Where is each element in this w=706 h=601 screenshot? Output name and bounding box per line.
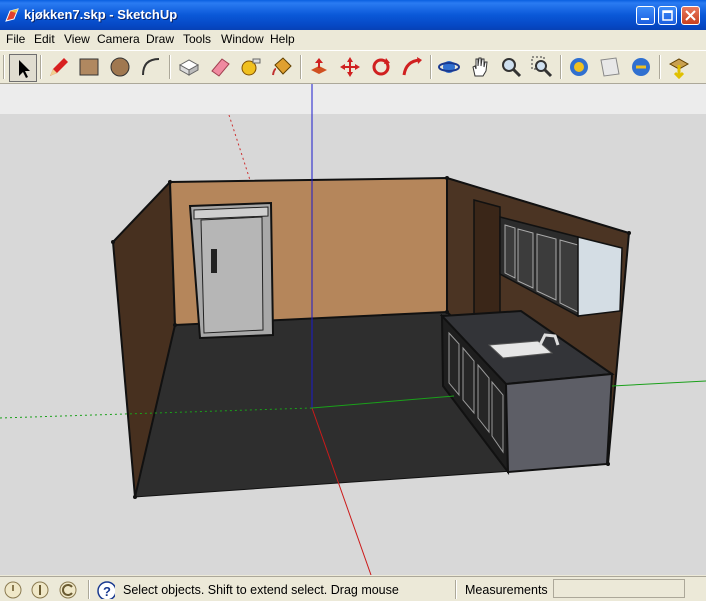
push-pull-icon (311, 58, 327, 74)
make-component-button[interactable] (175, 53, 203, 81)
cabinet-door (504, 224, 516, 279)
previous-view-button[interactable] (596, 53, 624, 81)
measurements-label: Measurements (465, 583, 548, 597)
toolbar-separator (560, 55, 562, 79)
select-icon (19, 60, 30, 78)
svg-text:?: ? (103, 584, 111, 599)
cabinet-door (559, 239, 579, 313)
geo-location-icon[interactable] (4, 581, 22, 599)
follow-me-icon (402, 57, 422, 76)
window-title: kjøkken7.skp - SketchUp (24, 7, 178, 22)
tall-cabinet (473, 199, 501, 332)
cabinet-door (517, 228, 534, 289)
toolbar-separator (430, 55, 432, 79)
minimize-icon (641, 18, 649, 20)
extractor-hood (577, 236, 623, 317)
menu-window[interactable]: Window (221, 32, 264, 46)
close-button[interactable] (681, 6, 700, 25)
eraser-icon (211, 58, 230, 77)
close-icon (685, 10, 696, 21)
paint-bucket-icon (272, 57, 292, 76)
minimize-button[interactable] (636, 6, 655, 25)
zoom-icon (502, 58, 522, 78)
toolbar-separator (40, 55, 42, 79)
move-icon (340, 57, 360, 77)
eraser-tool-button[interactable] (206, 53, 234, 81)
maximize-icon (662, 10, 673, 21)
user-icon[interactable] (59, 581, 77, 599)
previous-view-icon (600, 57, 620, 77)
arc-tool-button[interactable] (137, 53, 165, 81)
maximize-button[interactable] (658, 6, 677, 25)
zoom-window-tool-button[interactable] (528, 53, 556, 81)
measurements-input[interactable] (553, 579, 685, 598)
rotate-tool-button[interactable] (367, 53, 395, 81)
zoom-extents-button[interactable] (565, 53, 593, 81)
help-icon[interactable]: ? (97, 581, 115, 599)
tape-measure-tool-button[interactable] (237, 53, 265, 81)
model-viewport[interactable] (0, 84, 706, 575)
status-bar: ? Select objects. Shift to extend select… (0, 576, 706, 601)
paint-bucket-tool-button[interactable] (268, 53, 296, 81)
toolbar-separator (300, 55, 302, 79)
menu-bar: File Edit View Camera Draw Tools Window … (0, 30, 706, 49)
cabinet-door (536, 233, 557, 301)
toolbar-separator (169, 55, 171, 79)
main-toolbar (0, 50, 706, 84)
orbit-icon (438, 61, 460, 73)
zoom-tool-button[interactable] (497, 53, 525, 81)
sketchup-app-icon (5, 8, 19, 22)
status-separator (88, 580, 90, 599)
circle-icon (110, 57, 130, 77)
fridge-door (200, 216, 264, 334)
move-tool-button[interactable] (336, 53, 364, 81)
toolbar-grip (3, 55, 5, 79)
rectangle-icon (79, 58, 99, 76)
rotate-icon (372, 58, 390, 76)
status-separator (455, 580, 457, 599)
select-tool-button[interactable] (9, 54, 37, 82)
title-bar: kjøkken7.skp - SketchUp (0, 0, 706, 30)
orbit-tool-button[interactable] (435, 53, 463, 81)
status-hint: Select objects. Shift to extend select. … (123, 583, 399, 597)
zoom-window-icon (531, 56, 553, 78)
follow-me-tool-button[interactable] (398, 53, 426, 81)
toolbar-separator (659, 55, 661, 79)
rectangle-tool-button[interactable] (75, 53, 103, 81)
get-models-button[interactable] (665, 53, 693, 81)
menu-file[interactable]: File (6, 32, 25, 46)
tape-measure-icon (241, 58, 261, 76)
pan-tool-button[interactable] (466, 53, 494, 81)
pan-icon (472, 57, 488, 77)
menu-tools[interactable]: Tools (183, 32, 211, 46)
next-view-button[interactable] (627, 53, 655, 81)
menu-edit[interactable]: Edit (34, 32, 55, 46)
fridge-handle (211, 249, 217, 273)
island-side (504, 372, 614, 474)
pencil-icon (50, 58, 68, 76)
circle-tool-button[interactable] (106, 53, 134, 81)
arc-icon (142, 58, 160, 76)
next-view-icon (632, 58, 650, 76)
kitchen-model-scene (0, 84, 706, 575)
credits-icon[interactable] (31, 581, 49, 599)
menu-draw[interactable]: Draw (146, 32, 174, 46)
push-pull-tool-button[interactable] (305, 53, 333, 81)
zoom-extents-icon (570, 58, 588, 76)
get-models-icon (668, 58, 690, 79)
menu-help[interactable]: Help (270, 32, 295, 46)
make-component-icon (178, 59, 200, 76)
menu-view[interactable]: View (64, 32, 90, 46)
pencil-tool-button[interactable] (45, 53, 73, 81)
menu-camera[interactable]: Camera (97, 32, 140, 46)
